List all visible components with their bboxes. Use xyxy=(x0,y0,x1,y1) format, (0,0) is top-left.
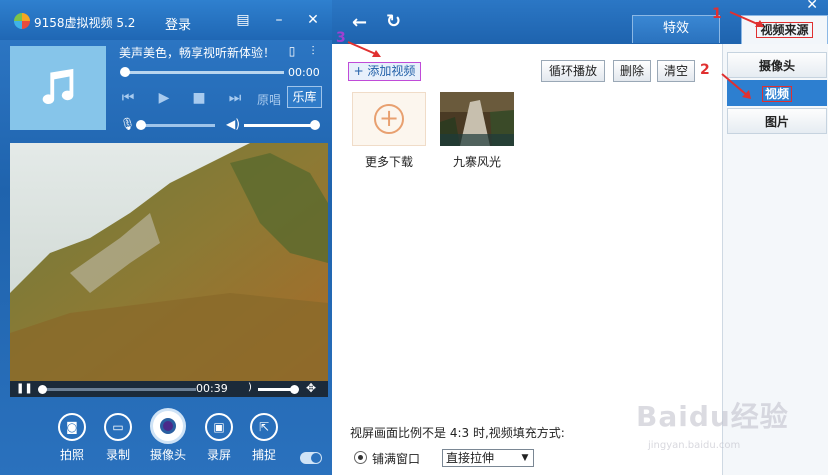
menu-icon[interactable]: ▤ xyxy=(232,10,254,30)
equalizer-icon[interactable]: ⫶ xyxy=(305,44,321,60)
refresh-icon[interactable]: ↻ xyxy=(386,13,401,31)
minimize-icon[interactable]: – xyxy=(268,10,290,30)
annotation-arrow-3 xyxy=(347,41,381,57)
seek-knob[interactable] xyxy=(38,385,47,394)
clear-button[interactable]: 清空 xyxy=(657,60,695,82)
video-volume-knob[interactable] xyxy=(290,385,299,394)
annotation-number-2: 2 xyxy=(700,62,710,78)
album-art xyxy=(10,46,106,130)
login-link[interactable]: 登录 xyxy=(165,14,191,33)
progress-knob[interactable] xyxy=(120,67,130,77)
webcam-icon xyxy=(150,408,186,444)
back-arrow-icon[interactable]: ← xyxy=(352,14,367,32)
speaker-icon: ◀) xyxy=(226,117,240,131)
app-title: 9158虚拟视频 5.2 xyxy=(34,16,136,30)
video-time: 00:39 xyxy=(196,382,228,395)
capture-icon: ⇱ xyxy=(250,413,278,441)
video-preview xyxy=(10,143,328,381)
app-logo-icon xyxy=(14,13,30,29)
photo-button[interactable]: ◙ 拍照 xyxy=(58,413,86,463)
screen-record-icon: ▣ xyxy=(205,413,233,441)
screen-record-label: 录屏 xyxy=(206,448,231,462)
record-icon: ▭ xyxy=(104,413,132,441)
annotation-number-1: 1 xyxy=(712,6,722,22)
player-title-bar: 9158虚拟视频 5.2 登录 ▤ – ✕ xyxy=(0,0,332,40)
sidebar-item-video-label: 视频 xyxy=(761,86,792,102)
volume-slider[interactable] xyxy=(244,120,320,130)
fill-mode-select[interactable]: 直接拉伸 ▼ xyxy=(442,449,534,467)
video-volume-icon[interactable]: ) xyxy=(248,382,252,393)
video-thumbnail xyxy=(440,92,514,146)
next-icon[interactable]: ⏭ xyxy=(225,88,245,108)
fullscreen-icon[interactable]: ✥ xyxy=(306,381,316,395)
mountain-landscape-image xyxy=(10,143,328,381)
annotation-number-3: 3 xyxy=(336,30,346,46)
volume-knob[interactable] xyxy=(310,120,320,130)
song-progress-bar[interactable] xyxy=(120,67,284,77)
fill-window-radio[interactable] xyxy=(354,451,367,464)
more-download-label: 更多下载 xyxy=(364,155,413,169)
dropdown-arrow-icon: ▼ xyxy=(521,453,529,463)
panel-close-icon[interactable]: ✕ xyxy=(806,0,818,13)
video-control-bar: ❚❚ 00:39 ) ✥ xyxy=(10,381,328,397)
video-item-label: 九寨风光 xyxy=(452,155,501,169)
sidebar-item-image[interactable]: 图片 xyxy=(727,108,827,134)
capture-label: 捕捉 xyxy=(251,448,276,462)
prev-icon[interactable]: ⏮ xyxy=(118,88,138,108)
mic-volume-slider[interactable] xyxy=(136,120,215,130)
video-item[interactable]: 九寨风光 xyxy=(440,92,514,170)
fill-window-label: 铺满窗口 xyxy=(372,452,421,466)
photo-label: 拍照 xyxy=(59,448,84,462)
video-seek-bar[interactable] xyxy=(38,385,196,394)
add-thumbnail: + xyxy=(352,92,426,146)
mic-volume-knob[interactable] xyxy=(136,120,146,130)
capture-button[interactable]: ⇱ 捕捉 xyxy=(250,413,278,463)
annotation-arrow-2 xyxy=(721,73,751,99)
more-download-item[interactable]: + 更多下载 xyxy=(352,92,426,170)
stop-icon[interactable]: ■ xyxy=(189,88,209,108)
original-vocal-button[interactable]: 原唱 xyxy=(257,91,281,108)
record-label: 录制 xyxy=(105,448,130,462)
annotation-arrow-1 xyxy=(729,11,764,27)
lyrics-icon[interactable]: ▯ xyxy=(284,44,300,60)
microphone-icon: 🎙 xyxy=(120,117,136,131)
pause-icon[interactable]: ❚❚ xyxy=(16,383,33,394)
loop-play-button[interactable]: 循环播放 xyxy=(541,60,605,82)
camera-label: 摄像头 xyxy=(150,448,187,462)
radio-dot xyxy=(358,455,363,460)
baidu-watermark-url: jingyan.baidu.com xyxy=(648,440,741,451)
fill-mode-value: 直接拉伸 xyxy=(446,451,495,465)
add-video-button[interactable]: + 添加视频 xyxy=(348,62,421,81)
photo-icon: ◙ xyxy=(58,413,86,441)
toggle-knob xyxy=(311,453,321,463)
close-icon[interactable]: ✕ xyxy=(302,10,324,30)
tab-effects[interactable]: 特效 xyxy=(632,15,720,43)
song-time: 00:00 xyxy=(288,66,320,79)
music-library-button[interactable]: 乐库 xyxy=(287,86,322,108)
ratio-description: 视屏画面比例不是 4:3 时,视频填充方式: xyxy=(350,426,565,440)
player-window: 9158虚拟视频 5.2 登录 ▤ – ✕ 美声美色，畅享视听新体验！ ▯ ⫶ … xyxy=(0,0,332,475)
camera-button[interactable]: 摄像头 xyxy=(150,408,186,463)
jiuzhai-thumbnail-image xyxy=(440,92,514,146)
toggle-switch[interactable] xyxy=(300,452,322,464)
song-title: 美声美色，畅享视听新体验！ xyxy=(119,46,276,60)
record-button[interactable]: ▭ 录制 xyxy=(104,413,132,463)
screenshot-root: 9158虚拟视频 5.2 登录 ▤ – ✕ 美声美色，畅享视听新体验！ ▯ ⫶ … xyxy=(0,0,828,475)
music-note-icon xyxy=(42,68,74,105)
delete-button[interactable]: 删除 xyxy=(613,60,651,82)
screen-record-button[interactable]: ▣ 录屏 xyxy=(205,413,233,463)
play-icon[interactable]: ▶ xyxy=(154,88,174,108)
baidu-watermark: Baidu经验 xyxy=(636,400,789,433)
plus-icon: + xyxy=(374,104,404,134)
video-volume-slider[interactable] xyxy=(258,385,299,394)
